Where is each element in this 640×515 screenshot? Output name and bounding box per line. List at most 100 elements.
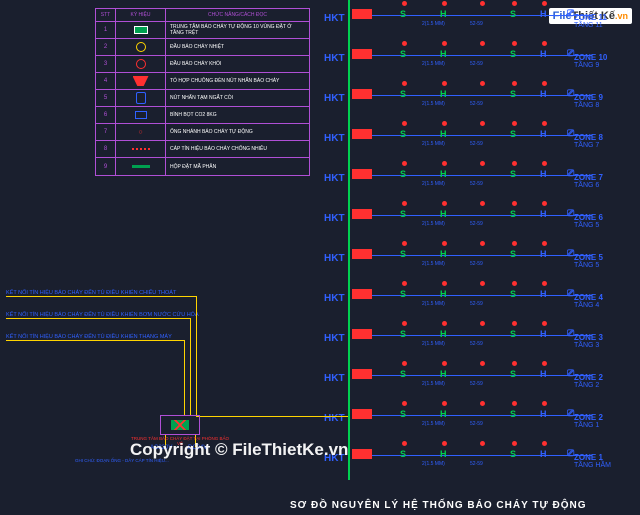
count-spec: 52-59 [470,421,483,427]
cylinder-icon: ⎚ [567,408,574,419]
floor-device-row: SH2(1.5 MM)52-59SH⎚ [352,355,622,395]
detector-icon [542,161,547,166]
detector-h: H [540,49,547,59]
detector-s: S [510,249,516,259]
floor-device-row: SH2(1.5 MM)52-59SH⎚ [352,275,622,315]
legend-col-desc: CHỨC NĂNG/CÁCH ĐỌC [166,9,309,21]
extinguisher-icon [136,92,146,104]
detector-h: H [440,89,447,99]
detector-icon [402,121,407,126]
detector-icon [442,361,447,366]
cable-spec: 2(1.5 MM) [422,461,445,467]
detector-s: S [400,49,406,59]
detector-icon [402,281,407,286]
detector-s: S [510,409,516,419]
legend-row: 5NÚT NHẤN TẠM NGẮT CÒI [96,90,309,107]
cable-icon [132,148,150,150]
cable-spec: 2(1.5 MM) [422,301,445,307]
detector-icon [512,201,517,206]
count-spec: 52-59 [470,461,483,467]
cylinder-icon: ⎚ [567,168,574,179]
detector-icon [442,161,447,166]
detector-icon [442,281,447,286]
branch-line [352,215,592,216]
cylinder-icon: ⎚ [567,368,574,379]
alarm-box-icon [352,449,372,459]
detector-icon [542,201,547,206]
detector-h: H [440,369,447,379]
detector-h: H [440,289,447,299]
gas-icon: ○ [138,129,142,136]
panel-icon [134,26,148,34]
legend-header: STT KÝ HIỆU CHỨC NĂNG/CÁCH ĐỌC [96,9,309,22]
cylinder-icon: ⎚ [567,448,574,459]
detector-h: H [540,289,547,299]
cylinder-icon: ⎚ [567,208,574,219]
hkt-label: HKT [324,253,345,264]
detector-s: S [400,209,406,219]
detector-icon [542,361,547,366]
detector-h: H [440,409,447,419]
detector-h: H [440,449,447,459]
detector-icon [442,81,447,86]
detector-icon [442,321,447,326]
alarm-box-icon [352,329,372,339]
detector-s: S [400,89,406,99]
alarm-box-icon [352,209,372,219]
floor-device-row: SH2(1.5 MM)52-59SH⎚ [352,115,622,155]
alarm-box-icon [352,9,372,19]
vertical-wire [184,340,185,416]
copyright-watermark: Copyright © FileThietKe.vn [130,440,348,460]
detector-s: S [510,49,516,59]
detector-h: H [540,329,547,339]
connector-wire [6,340,184,341]
detector-s: S [510,89,516,99]
vertical-wire [190,318,191,416]
alarm-box-icon [352,89,372,99]
detector-icon [542,81,547,86]
hkt-label: HKT [324,333,345,344]
detector-h: H [540,89,547,99]
detector-h: H [540,129,547,139]
detector-icon [402,441,407,446]
diagram-title: SƠ ĐỒ NGUYÊN LÝ HỆ THỐNG BÁO CHÁY TỰ ĐỘN… [290,500,587,511]
cable-spec: 2(1.5 MM) [422,421,445,427]
detector-icon [512,41,517,46]
hkt-label: HKT [324,413,345,424]
branch-line [352,95,592,96]
hkt-label: HKT [324,373,345,384]
detector-icon [480,281,485,286]
count-spec: 52-59 [470,261,483,267]
detector-icon [480,161,485,166]
floor-device-row: SH2(1.5 MM)52-59SH⎚ [352,0,622,35]
alarm-box-icon [352,409,372,419]
detector-icon [402,161,407,166]
detector-icon [542,401,547,406]
cylinder-icon: ⎚ [567,88,574,99]
count-spec: 52-59 [470,381,483,387]
floor-device-row: SH2(1.5 MM)52-59SH⎚ [352,315,622,355]
legend-row: 3ĐẦU BÁO CHÁY KHÓI [96,56,309,73]
cylinder-icon: ⎚ [567,8,574,19]
detector-h: H [440,49,447,59]
alarm-box-icon [352,289,372,299]
count-spec: 52-59 [470,141,483,147]
legend-col-index: STT [96,9,116,21]
alarm-box-icon [352,169,372,179]
detector-h: H [540,409,547,419]
legend-col-symbol: KÝ HIỆU [116,9,166,21]
cable-spec: 2(1.5 MM) [422,181,445,187]
detector-icon [402,1,407,6]
detector-icon [480,121,485,126]
count-spec: 52-59 [470,21,483,27]
cable-spec: 2(1.5 MM) [422,61,445,67]
detector-s: S [400,409,406,419]
legend-row: 1TRUNG TÂM BÁO CHÁY TỰ ĐỘNG 10 VÙNG ĐẶT … [96,22,309,39]
legend-row: 7○ỐNG NHÁNH BÁO CHÁY TỰ ĐỘNG [96,124,309,141]
detector-icon [442,441,447,446]
detector-icon [442,241,447,246]
detector-s: S [510,129,516,139]
cable-spec: 2(1.5 MM) [422,341,445,347]
detector-s: S [510,449,516,459]
cylinder-icon: ⎚ [567,48,574,59]
